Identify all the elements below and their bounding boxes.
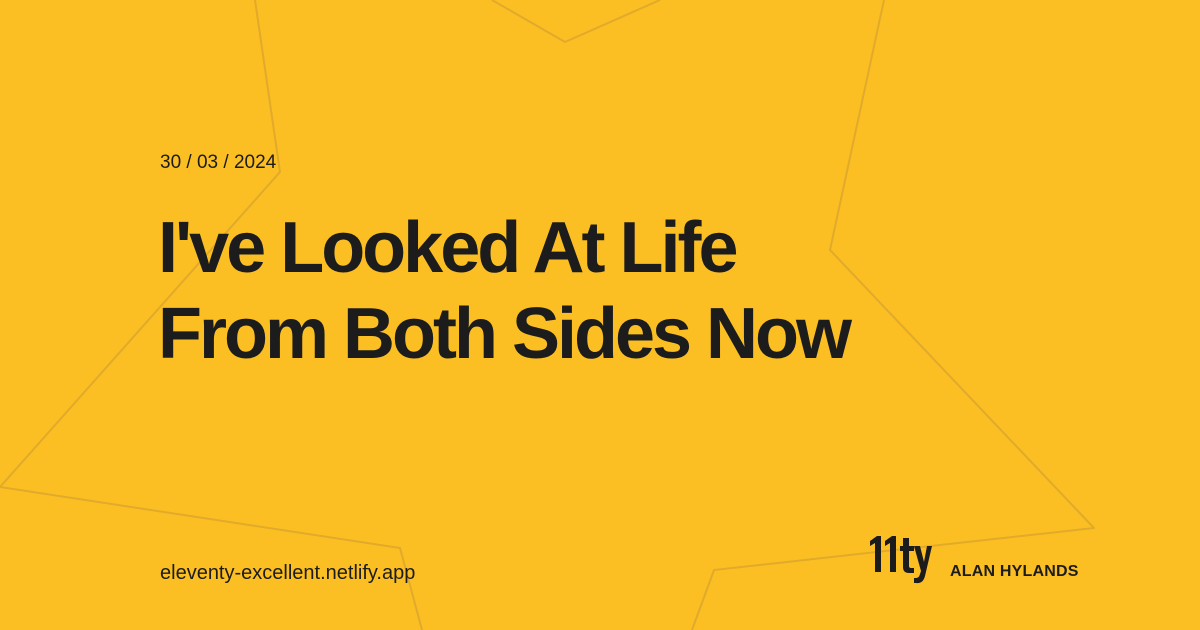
post-date: 30 / 03 / 2024: [160, 152, 277, 173]
eleventy-logo-icon: [870, 536, 932, 584]
post-title: I've Looked At Life From Both Sides Now: [158, 205, 1058, 377]
author-name: ALAN HYLANDS: [950, 563, 1079, 580]
post-title-line-2: From Both Sides Now: [158, 294, 852, 374]
og-card: 30 / 03 / 2024 I've Looked At Life From …: [0, 0, 1200, 630]
post-title-line-1: I've Looked At Life: [158, 208, 739, 288]
site-url: eleventy-excellent.netlify.app: [160, 562, 416, 584]
